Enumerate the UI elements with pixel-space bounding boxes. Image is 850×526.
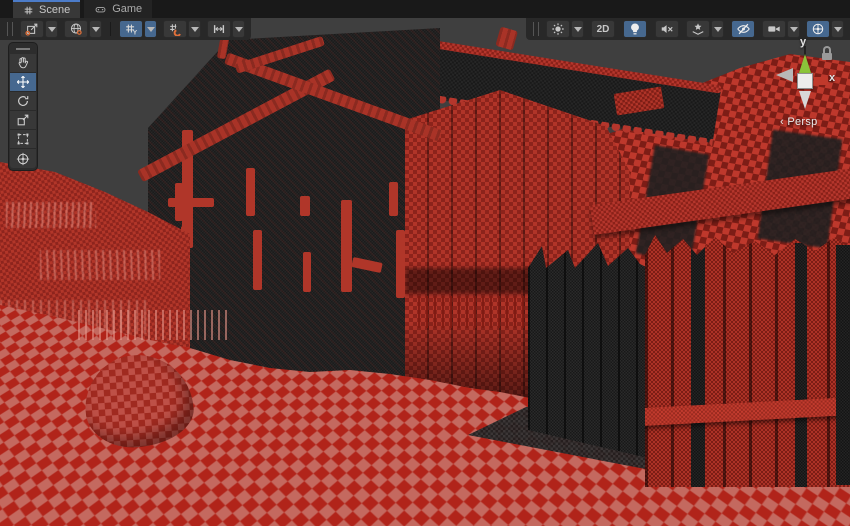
- tools-overlay: [8, 42, 38, 171]
- toolbar-separator: [110, 22, 111, 36]
- scale-tool-button[interactable]: [10, 111, 36, 130]
- grid-snapping-dropdown[interactable]: [188, 20, 201, 38]
- orientation-gizmo[interactable]: y x ‹ Persp: [756, 28, 850, 128]
- tool-handle-position-button[interactable]: [20, 20, 44, 38]
- gizmo-center-cube[interactable]: [797, 73, 813, 89]
- sign-glyph: [175, 183, 183, 221]
- tool-handle-rotation-dropdown[interactable]: [89, 20, 102, 38]
- move-tool-button[interactable]: [10, 73, 36, 92]
- chevron-down-icon: [235, 27, 243, 32]
- tools-drag-handle[interactable]: [16, 48, 30, 50]
- scale-icon: [16, 113, 30, 127]
- gate-plank-gaps: [645, 235, 850, 487]
- chevron-down-icon: [147, 27, 155, 32]
- grass-tufts-light: [78, 310, 228, 340]
- draw-mode-button[interactable]: [546, 20, 570, 38]
- globe-icon: [69, 22, 83, 36]
- hill-grass-light-1: [6, 202, 96, 228]
- lightbulb-icon: [628, 22, 642, 36]
- tab-game[interactable]: Game: [84, 0, 152, 18]
- toolbar-drag-handle[interactable]: [7, 22, 13, 36]
- sun-icon: [551, 22, 565, 36]
- eye-slash-icon: [736, 22, 751, 36]
- mode-2d-label: 2D: [597, 24, 610, 35]
- grid-y-icon: Y: [124, 22, 138, 36]
- sign-glyph: [246, 168, 255, 216]
- tool-settings-toolbar: Y: [0, 18, 251, 40]
- tool-handle-position-dropdown[interactable]: [45, 20, 58, 38]
- sign-glyph: [303, 252, 311, 292]
- move-arrows-icon: [16, 75, 30, 89]
- chevron-down-icon: [714, 27, 722, 32]
- hidden-objects-button[interactable]: [731, 20, 755, 38]
- tab-bar: Scene Game: [0, 0, 850, 18]
- gizmo-neg-y-cone[interactable]: [799, 91, 811, 109]
- sign-glyph: [341, 200, 352, 292]
- transform-combined-icon: [16, 152, 30, 166]
- padlock-body: [822, 53, 832, 60]
- sign-glyph: [253, 230, 262, 290]
- toolbar-drag-handle[interactable]: [533, 22, 539, 36]
- grid-magnet-icon: [168, 22, 182, 36]
- gate-right-edge-post: [836, 245, 850, 485]
- gate-dark-post-2: [795, 243, 807, 487]
- snap-increment-button[interactable]: [207, 20, 231, 38]
- tab-scene[interactable]: Scene: [13, 0, 80, 18]
- gizmo-x-axis-bar[interactable]: [814, 77, 828, 85]
- grid-visibility-dropdown[interactable]: [144, 20, 157, 38]
- mode-2d-button[interactable]: 2D: [591, 20, 615, 38]
- rect-tool-button[interactable]: [10, 130, 36, 149]
- chevron-down-icon: [48, 27, 56, 32]
- scene-grid-icon: [23, 5, 34, 16]
- chevron-down-icon: [92, 27, 100, 32]
- pivot-square-arrow-icon: [25, 22, 39, 36]
- hand-icon: [16, 56, 30, 70]
- tab-game-label: Game: [112, 3, 142, 15]
- hill-grass-light-2: [40, 250, 160, 280]
- gizmo-z-axis-cone[interactable]: [776, 68, 793, 82]
- transform-tool-button[interactable]: [10, 149, 36, 168]
- gizmo-x-axis-label: x: [829, 72, 835, 84]
- rotate-circular-arrows-icon: [16, 94, 30, 108]
- draw-mode-dropdown[interactable]: [571, 20, 584, 38]
- effects-button[interactable]: [686, 20, 710, 38]
- svg-text:Y: Y: [133, 29, 138, 36]
- sign-glyph: [396, 230, 405, 298]
- gizmo-lock-icon[interactable]: [822, 46, 832, 60]
- padlock-shackle: [823, 46, 831, 53]
- scene-lighting-button[interactable]: [623, 20, 647, 38]
- audio-mute-button[interactable]: [655, 20, 679, 38]
- grid-visibility-button[interactable]: Y: [119, 20, 143, 38]
- effects-star-icon: [691, 22, 705, 36]
- gizmo-y-axis-label: y: [800, 36, 806, 48]
- view-hand-tool-button[interactable]: [10, 54, 36, 73]
- sign-glyph: [389, 182, 398, 216]
- gate-red-planks: [645, 235, 850, 487]
- gizmo-projection-label[interactable]: ‹ Persp: [780, 116, 818, 128]
- muted-speaker-icon: [660, 22, 674, 36]
- rect-corners-icon: [16, 132, 30, 146]
- projection-back-arrow: ‹: [780, 116, 784, 128]
- scene-viewport[interactable]: y x ‹ Persp: [0, 18, 850, 526]
- effects-dropdown[interactable]: [711, 20, 724, 38]
- gate-dark-post-1: [691, 235, 705, 487]
- tab-scene-label: Scene: [39, 4, 70, 16]
- rooftop-red-bit: [495, 26, 518, 50]
- chevron-down-icon: [574, 27, 582, 32]
- projection-text: Persp: [787, 116, 817, 128]
- tool-handle-rotation-button[interactable]: [64, 20, 88, 38]
- game-controller-icon: [94, 4, 107, 15]
- grid-snapping-button[interactable]: [163, 20, 187, 38]
- sign-glyph: [300, 196, 310, 216]
- snap-bars-icon: [212, 22, 226, 36]
- chevron-down-icon: [191, 27, 199, 32]
- rotate-tool-button[interactable]: [10, 92, 36, 111]
- snap-increment-dropdown[interactable]: [232, 20, 245, 38]
